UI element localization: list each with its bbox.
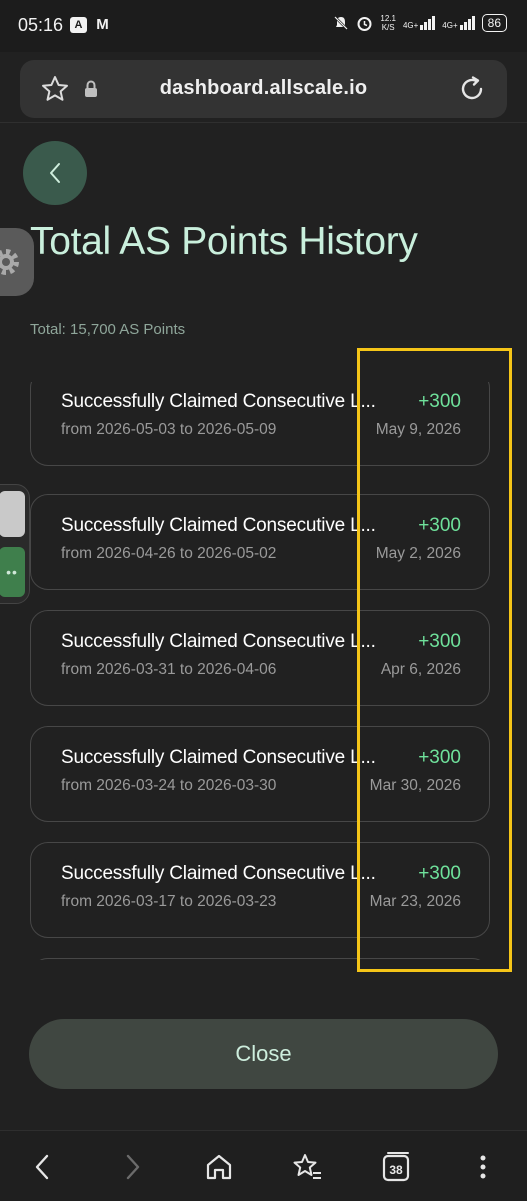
total-points: Total: 15,700 AS Points (30, 321, 186, 338)
back-button[interactable] (23, 141, 87, 205)
favorites-button[interactable] (289, 1149, 325, 1185)
page-title: Total AS Points History (30, 220, 418, 263)
signal-bars-icon (420, 16, 436, 30)
history-title: Successfully Claimed Consecutive L... (61, 631, 376, 652)
alarm-icon (357, 16, 372, 31)
history-range: from 2026-05-03 to 2026-05-09 (61, 421, 277, 438)
home-button[interactable] (201, 1149, 237, 1185)
history-range: from 2026-03-17 to 2026-03-23 (61, 893, 277, 910)
assistant-widget-icon[interactable] (0, 491, 25, 537)
menu-button[interactable] (465, 1149, 501, 1185)
reload-icon[interactable] (457, 74, 487, 109)
more-horizontal-icon[interactable]: •• (0, 547, 25, 597)
signal-1: 4G+ (403, 16, 436, 30)
mail-icon: M (96, 16, 109, 33)
highlight-annotation (357, 348, 512, 972)
network-speed: 12.1 K/S (380, 14, 396, 32)
history-title: Successfully Claimed Consecutive L... (61, 747, 376, 768)
browser-bottom-nav: 38 (0, 1130, 527, 1201)
history-title: Successfully Claimed Consecutive L... (61, 391, 376, 412)
gear-icon (0, 249, 19, 275)
history-range: from 2026-03-31 to 2026-04-06 (61, 661, 277, 678)
tabs-button[interactable]: 38 (378, 1149, 414, 1185)
mute-bell-icon (334, 16, 349, 30)
nav-forward-button[interactable] (115, 1149, 151, 1185)
chevron-left-icon (50, 163, 60, 183)
status-time: 05:16 (18, 15, 64, 35)
floating-settings-button[interactable] (0, 228, 34, 296)
status-bar: 05:16 A M 12.1 K/S 4G+ 4G+ 86 (0, 0, 527, 52)
arrow-right-icon (126, 1154, 140, 1180)
battery-indicator: 86 (481, 14, 507, 32)
nav-back-button[interactable] (24, 1149, 60, 1185)
status-indicators: 12.1 K/S 4G+ 4G+ 86 (333, 14, 507, 32)
history-title: Successfully Claimed Consecutive L... (61, 515, 376, 536)
close-button[interactable]: Close (29, 1019, 498, 1089)
toolbar-divider (0, 122, 527, 123)
address-bar[interactable]: dashboard.allscale.io (20, 60, 507, 118)
history-range: from 2026-04-26 to 2026-05-02 (61, 545, 277, 562)
arrow-left-icon (35, 1154, 49, 1180)
tab-count: 38 (389, 1163, 403, 1177)
signal-bars-icon (459, 16, 475, 30)
history-range: from 2026-03-24 to 2026-03-30 (61, 777, 277, 794)
more-vertical-icon (480, 1155, 486, 1179)
star-list-icon (293, 1154, 321, 1179)
home-icon (206, 1154, 232, 1180)
notification-app-icon: A (70, 17, 87, 33)
history-title: Successfully Claimed Consecutive L... (61, 863, 376, 884)
floating-side-widget[interactable]: •• (0, 484, 30, 604)
url-text[interactable]: dashboard.allscale.io (20, 77, 507, 100)
signal-2: 4G+ (442, 16, 475, 30)
